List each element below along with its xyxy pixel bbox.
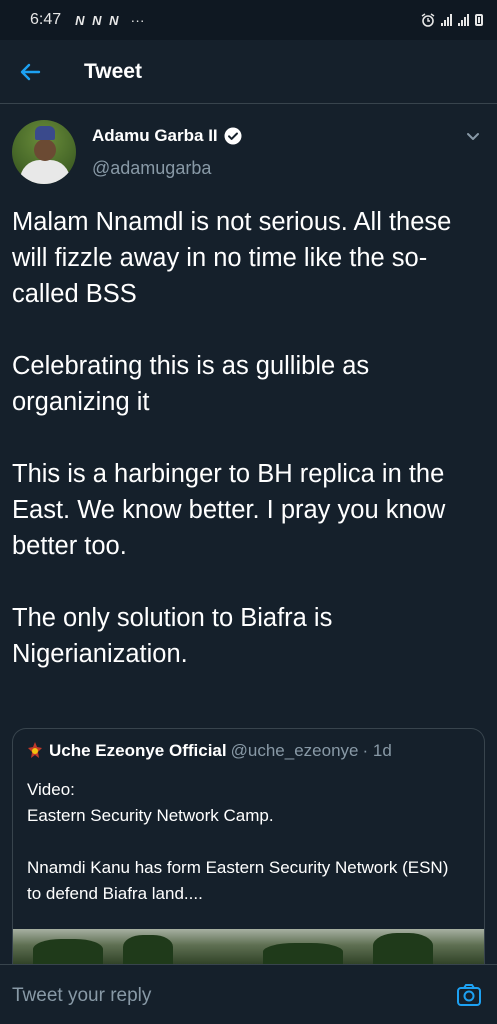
quoted-tweet-text: Video: Eastern Security Network Camp. Nn… bbox=[27, 777, 467, 907]
back-button[interactable] bbox=[0, 40, 60, 104]
author-name[interactable]: Adamu Garba II bbox=[92, 126, 218, 146]
author-name-row[interactable]: Adamu Garba II bbox=[92, 126, 242, 146]
quoted-paragraph: Nnamdi Kanu has form Eastern Security Ne… bbox=[27, 858, 449, 903]
status-icons bbox=[421, 13, 483, 27]
quoted-avatar-icon bbox=[28, 742, 42, 758]
quoted-line: Eastern Security Network Camp. bbox=[27, 806, 274, 825]
quoted-media[interactable] bbox=[13, 929, 484, 964]
chevron-down-icon[interactable] bbox=[465, 128, 481, 144]
notification-icons: N N N bbox=[75, 12, 121, 28]
more-notifications-icon: ··· bbox=[130, 12, 145, 28]
reply-bar: Tweet your reply bbox=[0, 964, 497, 1024]
status-time: 6:47 bbox=[30, 11, 62, 28]
tweet-header: Tweet bbox=[0, 40, 497, 104]
quoted-line: Video: bbox=[27, 780, 75, 799]
tweet-text: Malam Nnamdl is not serious. All these w… bbox=[12, 204, 482, 672]
tweet-paragraph: The only solution to Biafra is Nigeriani… bbox=[12, 604, 333, 668]
battery-icon bbox=[475, 14, 483, 26]
avatar[interactable] bbox=[12, 120, 76, 184]
reply-input[interactable]: Tweet your reply bbox=[12, 985, 151, 1007]
tweet-author: Adamu Garba II @adamugarba bbox=[12, 120, 485, 190]
status-bar: 6:47 N N N ··· bbox=[0, 0, 497, 40]
quoted-time: · 1d bbox=[362, 741, 392, 760]
signal-icon bbox=[458, 14, 469, 26]
page-title: Tweet bbox=[84, 59, 142, 83]
author-handle[interactable]: @adamugarba bbox=[92, 158, 211, 179]
quoted-author-handle: @uche_ezeonye bbox=[230, 741, 359, 760]
signal-icon bbox=[441, 14, 452, 26]
camera-icon[interactable] bbox=[455, 981, 483, 1009]
quoted-tweet-header: Uche Ezeonye Official @uche_ezeonye · 1d bbox=[25, 741, 392, 761]
back-arrow-icon bbox=[20, 63, 41, 80]
quoted-tweet[interactable]: Uche Ezeonye Official @uche_ezeonye · 1d… bbox=[12, 728, 485, 964]
tweet-paragraph: This is a harbinger to BH replica in the… bbox=[12, 460, 446, 560]
alarm-icon bbox=[421, 13, 435, 27]
verified-badge-icon bbox=[224, 127, 242, 145]
quoted-author-name: Uche Ezeonye Official bbox=[49, 741, 227, 760]
tweet-paragraph: Malam Nnamdl is not serious. All these w… bbox=[12, 208, 452, 308]
tweet-paragraph: Celebrating this is as gullible as organ… bbox=[12, 352, 370, 416]
